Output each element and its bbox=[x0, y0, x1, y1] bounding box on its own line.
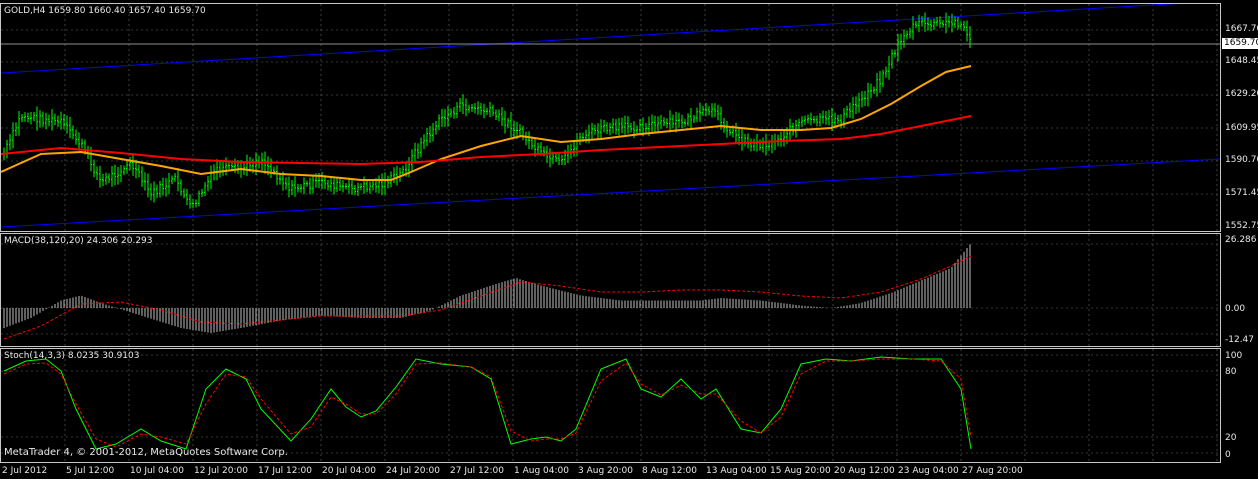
time-axis-tick: 12 Jul 20:00 bbox=[194, 466, 248, 476]
price-chart-header: GOLD,H4 1659.80 1660.40 1657.40 1659.70 bbox=[4, 6, 206, 16]
time-axis-tick: 20 Jul 04:00 bbox=[322, 466, 376, 476]
stochastic-pane[interactable]: Stoch(14,3,3) 8.0235 30.9103 MetaTrader … bbox=[0, 348, 1221, 463]
macd-header: MACD(38,120,20) 24.306 20.293 bbox=[4, 236, 153, 246]
price-axis-tick: 1590.70 bbox=[1225, 155, 1258, 165]
time-axis-tick: 13 Aug 04:00 bbox=[706, 466, 767, 476]
price-chart-pane[interactable]: GOLD,H4 1659.80 1660.40 1657.40 1659.70 bbox=[0, 3, 1221, 232]
price-axis-tick: 1571.45 bbox=[1225, 188, 1258, 198]
price-chart-canvas[interactable] bbox=[1, 4, 1220, 231]
time-axis-tick: 15 Aug 20:00 bbox=[770, 466, 831, 476]
time-axis-tick: 2 Jul 2012 bbox=[2, 466, 48, 476]
time-axis-tick: 8 Aug 12:00 bbox=[642, 466, 697, 476]
time-axis-tick: 27 Aug 20:00 bbox=[962, 466, 1023, 476]
stochastic-canvas[interactable] bbox=[1, 349, 1220, 462]
macd-canvas[interactable] bbox=[1, 234, 1220, 346]
macd-pane[interactable]: MACD(38,120,20) 24.306 20.293 bbox=[0, 233, 1221, 347]
current-price-marker: 1659.70 bbox=[1222, 38, 1258, 49]
time-axis-tick: 3 Aug 20:00 bbox=[578, 466, 633, 476]
stoch-axis-tick: 0 bbox=[1225, 450, 1231, 460]
price-axis-tick: 1667.70 bbox=[1225, 24, 1258, 34]
price-axis-tick: 1648.45 bbox=[1225, 56, 1258, 66]
time-axis-tick: 27 Jul 12:00 bbox=[450, 466, 504, 476]
price-axis-tick: 1609.95 bbox=[1225, 123, 1258, 133]
copyright-text: MetaTrader 4, © 2001-2012, MetaQuotes So… bbox=[4, 447, 288, 458]
stoch-axis-tick: 80 bbox=[1225, 367, 1237, 377]
price-axis-tick: 1629.20 bbox=[1225, 89, 1258, 99]
stoch-axis-tick: 100 bbox=[1225, 351, 1243, 361]
time-axis-tick: 20 Aug 12:00 bbox=[834, 466, 895, 476]
stochastic-header: Stoch(14,3,3) 8.0235 30.9103 bbox=[4, 351, 140, 361]
time-axis-tick: 1 Aug 04:00 bbox=[514, 466, 569, 476]
time-axis-tick: 17 Jul 12:00 bbox=[258, 466, 312, 476]
price-axis-tick: 1552.75 bbox=[1225, 221, 1258, 231]
time-axis-tick: 10 Jul 04:00 bbox=[130, 466, 184, 476]
time-axis-tick: 24 Jul 20:00 bbox=[386, 466, 440, 476]
stoch-axis-tick: 20 bbox=[1225, 433, 1237, 443]
macd-axis-tick: 26.286 bbox=[1225, 235, 1257, 245]
macd-axis-tick: 0.00 bbox=[1225, 304, 1246, 314]
time-axis-tick: 5 Jul 12:00 bbox=[66, 466, 115, 476]
time-axis-tick: 23 Aug 04:00 bbox=[898, 466, 959, 476]
macd-axis-tick: -12.47 bbox=[1225, 335, 1255, 345]
